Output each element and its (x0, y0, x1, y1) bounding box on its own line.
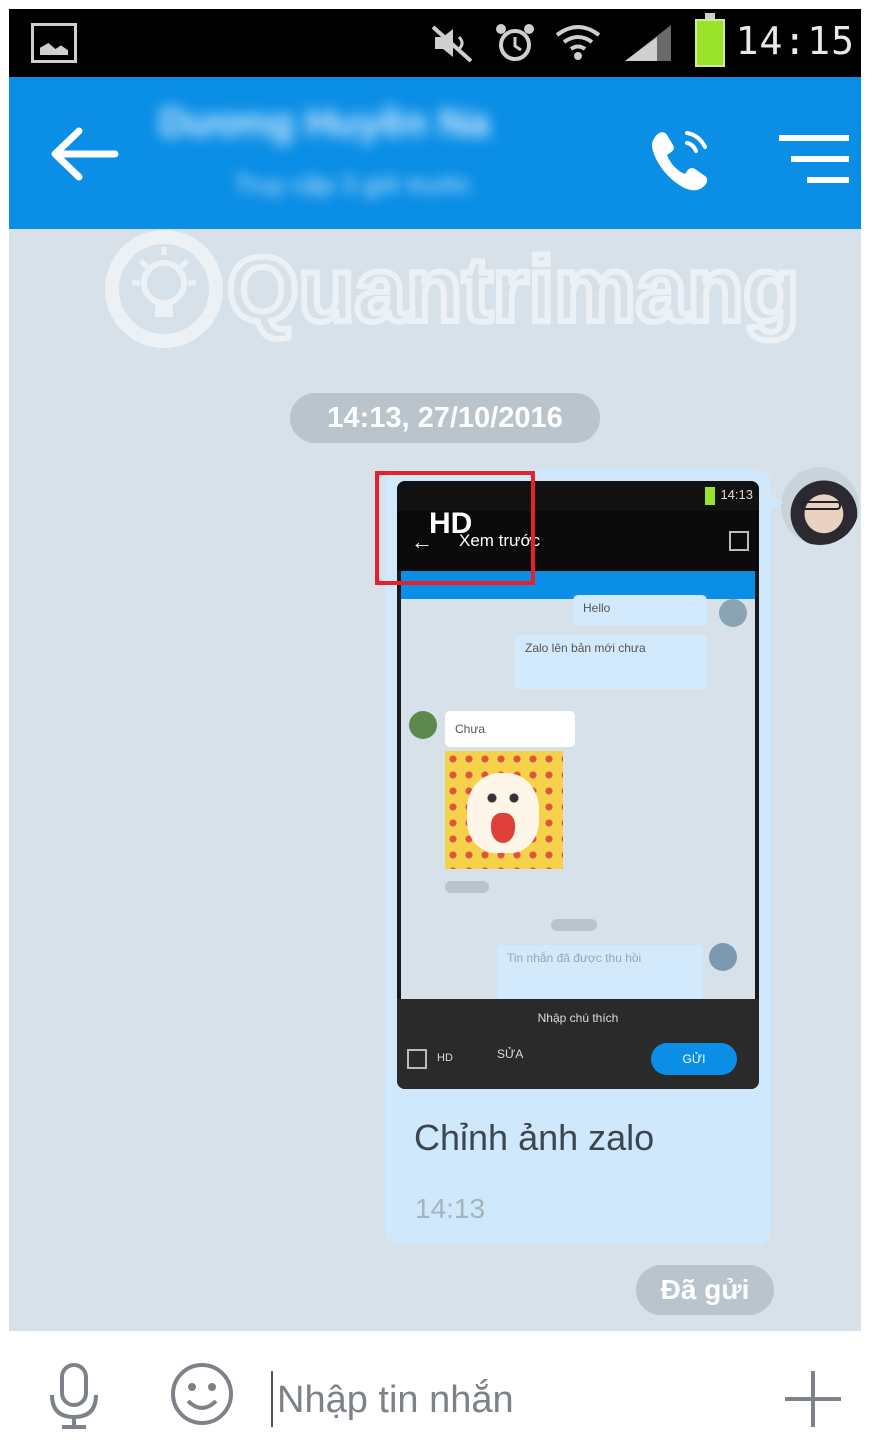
microphone-icon[interactable] (47, 1361, 101, 1431)
image-edit-label: SỬA (497, 1047, 524, 1061)
back-arrow-icon[interactable] (49, 127, 119, 181)
date-separator: 14:13, 27/10/2016 (290, 393, 600, 443)
watermark-text: Quantrimang (227, 239, 799, 341)
image-avatar (409, 711, 437, 739)
sticker-image (445, 751, 563, 869)
image-message: Chưa (445, 711, 575, 747)
image-avatar (719, 599, 747, 627)
image-clock: 14:13 (720, 487, 753, 502)
watermark-logo: Quantrimang (105, 230, 802, 348)
clock: 14:15 (735, 19, 855, 63)
contact-name[interactable]: Dương Huyền Na (159, 101, 490, 146)
sticker-face (467, 773, 539, 853)
chat-header: Dương Huyền Na Truy cập 3 giờ trước (9, 77, 861, 229)
menu-icon[interactable] (779, 133, 851, 185)
avatar[interactable] (781, 467, 859, 545)
signal-icon (625, 25, 671, 61)
image-message: Tin nhắn đã được thu hồi (497, 945, 703, 999)
image-hd-label: HD (437, 1052, 453, 1064)
contact-status: Truy cập 3 giờ trước (234, 169, 471, 199)
mute-icon (431, 25, 473, 63)
status-bar: 14:15 (9, 9, 861, 77)
image-chat-body: Hello Zalo lên bản mới chưa Chưa Tin nhắ… (401, 595, 755, 999)
message-list[interactable]: Quantrimang 14:13, 27/10/2016 14:13 ← Xe… (9, 229, 861, 1331)
phone-icon[interactable] (647, 127, 715, 191)
image-hd-checkbox-icon (407, 1049, 427, 1069)
message-caption: Chỉnh ảnh zalo (414, 1117, 655, 1158)
image-time-pill (445, 881, 489, 893)
message-input[interactable] (275, 1369, 739, 1431)
message-time: 14:13 (415, 1193, 486, 1224)
emoji-icon[interactable] (169, 1361, 235, 1427)
image-time-pill (551, 919, 597, 931)
text-cursor (271, 1371, 273, 1427)
battery-icon (695, 13, 725, 67)
image-message: Zalo lên bản mới chưa (515, 635, 707, 689)
image-send-button: GỬI (651, 1043, 737, 1075)
sent-status-badge: Đã gửi (636, 1265, 774, 1315)
alarm-icon (496, 24, 534, 61)
wifi-icon (555, 25, 601, 60)
image-battery-icon (705, 487, 715, 505)
plus-icon[interactable] (781, 1367, 845, 1431)
image-checkbox-icon (729, 531, 749, 551)
image-avatar (709, 943, 737, 971)
image-caption-bar: Nhập chú thích HD SỬA GỬI (397, 999, 759, 1089)
phone-screen: 14:15 Dương Huyền Na Truy cập 3 giờ trướ… (9, 9, 861, 1443)
message-composer (9, 1331, 861, 1443)
image-message: Hello (573, 595, 707, 625)
hd-label: HD (429, 507, 473, 540)
gallery-icon (31, 23, 77, 63)
image-caption-placeholder: Nhập chú thích (537, 1011, 619, 1025)
